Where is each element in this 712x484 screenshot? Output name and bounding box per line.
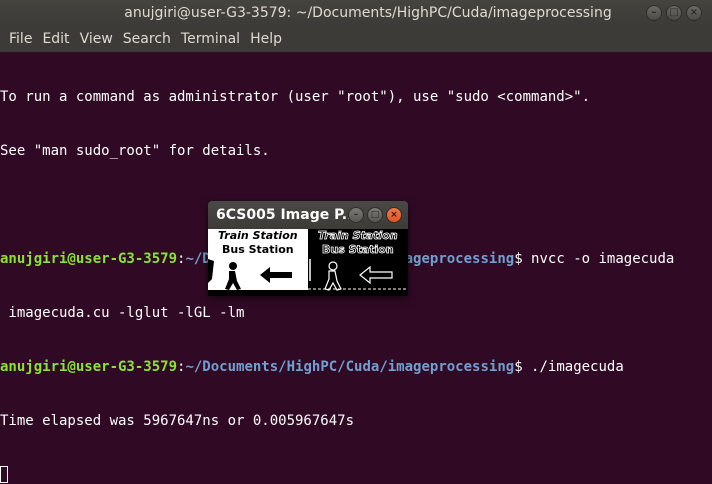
menu-view[interactable]: View xyxy=(75,26,118,52)
image-close-button[interactable]: × xyxy=(386,207,402,223)
prompt-end: $ xyxy=(514,251,532,267)
image-window: 6CS005 Image P... – □ × Train Station Bu… xyxy=(208,201,408,296)
image-minimize-button[interactable]: – xyxy=(348,207,364,223)
menu-terminal[interactable]: Terminal xyxy=(176,26,245,52)
cursor-line xyxy=(0,466,712,484)
image-window-controls: – □ × xyxy=(348,207,402,223)
processed-image-panel: Train Station Bus Station xyxy=(308,229,408,296)
image-maximize-button[interactable]: □ xyxy=(367,207,383,223)
menu-search[interactable]: Search xyxy=(118,26,176,52)
command-wrap-line: imagecuda.cu -lglut -lGL -lm xyxy=(0,305,245,321)
menu-file[interactable]: File xyxy=(4,26,37,52)
terminal-cursor xyxy=(0,466,8,483)
sign-train-text: Train Station xyxy=(218,229,298,242)
sign-bus-text-edges: Bus Station xyxy=(322,243,394,257)
sign-bus-text: Bus Station xyxy=(222,243,294,256)
window-titlebar[interactable]: anujgiri@user-G3-3579: ~/Documents/HighP… xyxy=(0,0,712,26)
terminal-window: anujgiri@user-G3-3579: ~/Documents/HighP… xyxy=(0,0,712,484)
intro-line-1: To run a command as administrator (user … xyxy=(0,89,591,105)
image-window-title: 6CS005 Image P... xyxy=(216,207,358,223)
sign-train-text-edges: Train Station xyxy=(318,229,398,243)
prompt-end: $ xyxy=(514,359,532,375)
maximize-button[interactable]: □ xyxy=(666,5,682,21)
minimize-button[interactable]: – xyxy=(646,5,662,21)
image-window-titlebar[interactable]: 6CS005 Image P... – □ × xyxy=(208,201,408,229)
menu-bar: File Edit View Search Terminal Help xyxy=(0,26,712,52)
window-controls: – □ × xyxy=(646,5,702,21)
menu-edit[interactable]: Edit xyxy=(37,26,74,52)
prompt-path: ~/Documents/HighPC/Cuda/imageprocessing xyxy=(185,359,515,375)
prompt-user: anujgiri@user-G3-3579 xyxy=(0,251,178,267)
menu-help[interactable]: Help xyxy=(245,26,287,52)
walking-person-arrow-icon xyxy=(208,257,308,296)
original-image-panel: Train Station Bus Station xyxy=(208,229,308,296)
intro-line-2: See "man sudo_root" for details. xyxy=(0,143,270,159)
close-button[interactable]: × xyxy=(686,5,702,21)
image-canvas: Train Station Bus Station Train Station … xyxy=(208,229,408,296)
command-line-2: anujgiri@user-G3-3579:~/Documents/HighPC… xyxy=(0,358,712,376)
program-output: Time elapsed was 5967647ns or 0.00596764… xyxy=(0,413,355,429)
window-title: anujgiri@user-G3-3579: ~/Documents/HighP… xyxy=(124,5,612,21)
command-text: ./imagecuda xyxy=(531,359,624,375)
prompt-user: anujgiri@user-G3-3579 xyxy=(0,359,178,375)
walking-person-arrow-edges-icon xyxy=(308,257,408,296)
command-text: nvcc -o imagecuda xyxy=(531,251,675,267)
